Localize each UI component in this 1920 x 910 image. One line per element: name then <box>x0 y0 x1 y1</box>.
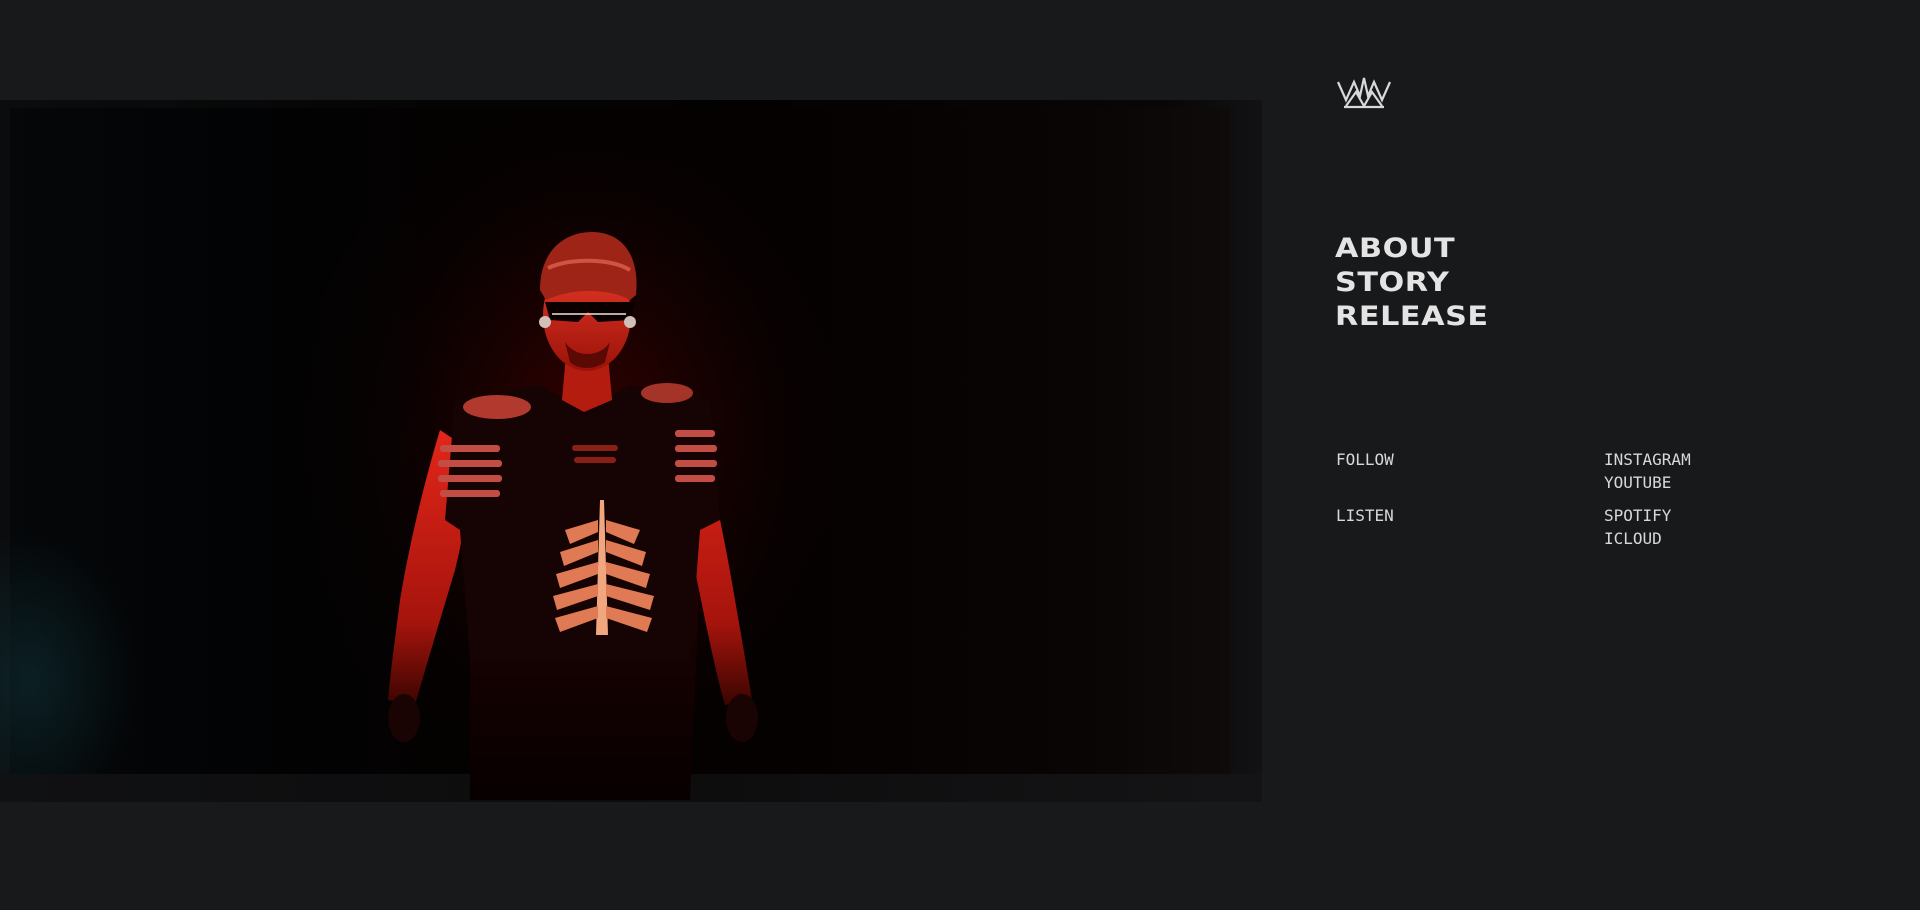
follow-label: FOLLOW <box>1336 450 1394 469</box>
external-links: FOLLOW INSTAGRAM YOUTUBE LISTEN SPOTIFY … <box>1336 448 1756 560</box>
nav-item-about: ABOUT <box>1335 232 1472 266</box>
hero-video[interactable] <box>0 100 1262 802</box>
follow-row: FOLLOW INSTAGRAM YOUTUBE <box>1336 448 1756 494</box>
nav-link-release[interactable]: RELEASE <box>1335 300 1489 334</box>
spotify-link[interactable]: SPOTIFY <box>1604 504 1671 527</box>
listen-links: SPOTIFY ICLOUD <box>1604 504 1671 550</box>
follow-links: INSTAGRAM YOUTUBE <box>1604 448 1691 494</box>
listen-row: LISTEN SPOTIFY ICLOUD <box>1336 504 1756 550</box>
icloud-link[interactable]: ICLOUD <box>1604 527 1671 550</box>
main-nav: ABOUT STORY RELEASE <box>1335 232 1488 334</box>
listen-label: LISTEN <box>1336 506 1394 525</box>
page: ABOUT STORY RELEASE FOLLOW INSTAGRAM YOU… <box>0 0 1920 910</box>
nav-link-story[interactable]: STORY <box>1335 266 1489 300</box>
youtube-link[interactable]: YOUTUBE <box>1604 471 1691 494</box>
nav-item-story: STORY <box>1335 266 1472 300</box>
instagram-link[interactable]: INSTAGRAM <box>1604 448 1691 471</box>
crown-logo-icon[interactable] <box>1336 70 1392 110</box>
performer-figure <box>285 110 885 802</box>
nav-link-about[interactable]: ABOUT <box>1335 232 1489 266</box>
nav-item-release: RELEASE <box>1335 300 1488 334</box>
